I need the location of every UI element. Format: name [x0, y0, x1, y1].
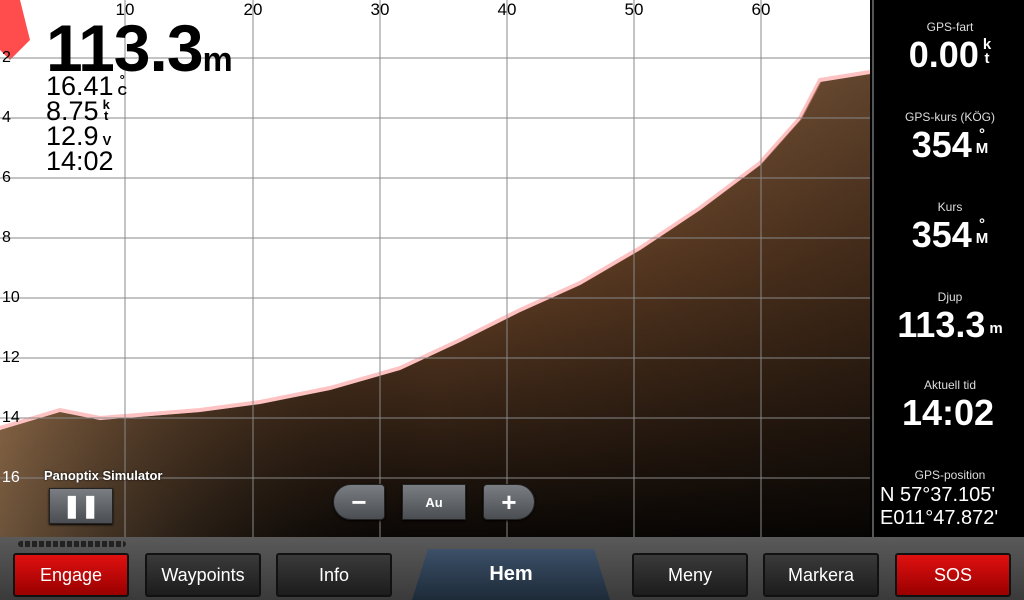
sonar-readout: 14:02 — [46, 146, 118, 176]
sonar-view[interactable]: 10 20 30 40 50 60 2 4 6 8 10 12 14 16 113.3m 16.41 ° C 8… — [0, 0, 870, 537]
zoom-in-button[interactable]: + — [483, 484, 535, 520]
readout-unit: ° C — [117, 72, 127, 98]
readout-value: 14:02 — [46, 146, 114, 176]
field-label: Djup — [937, 290, 963, 304]
longitude: E011°47.872' — [880, 507, 999, 529]
zoom-auto-button[interactable]: Au — [402, 484, 466, 520]
latitude: N 57°37.105' — [880, 484, 996, 506]
depth-scale-label: 12 — [2, 349, 20, 366]
depth-scale-label: 14 — [2, 409, 20, 426]
range-label: 20 — [243, 0, 263, 19]
home-button[interactable]: Hem — [412, 549, 610, 600]
data-panel: GPS-fart 0.00 k t GPS-kurs (KÖG) 354 ° M Kurs 354… — [872, 0, 1024, 537]
zoom-out-button[interactable]: − — [333, 484, 385, 520]
range-label: 40 — [497, 0, 517, 19]
mark-button[interactable]: Markera — [763, 553, 879, 597]
readout-unit: V — [102, 133, 112, 148]
field-value: 354 — [911, 214, 972, 255]
field-label: Aktuell tid — [923, 378, 977, 392]
field-label: GPS-kurs (KÖG) — [904, 110, 995, 124]
field-label: GPS-position — [914, 468, 986, 482]
range-label: 30 — [370, 0, 390, 19]
field-unit: m — [989, 320, 1003, 337]
field-unit: ° M — [975, 216, 989, 247]
depth-scale-label: 4 — [2, 109, 11, 126]
depth-scale-label: 6 — [2, 169, 11, 186]
data-field[interactable]: Aktuell tid 14:02 — [874, 378, 1024, 434]
data-field[interactable]: GPS-position N 57°37.105' E011°47.872' — [874, 468, 1024, 530]
depth-scale-label: 16 — [2, 469, 20, 486]
sos-button[interactable]: SOS — [895, 553, 1011, 597]
menu-button[interactable]: Meny — [632, 553, 748, 597]
softkey-bar: Engage Waypoints Info Hem Meny Markera S… — [0, 537, 1024, 600]
readout-unit: kt — [102, 97, 110, 123]
info-button[interactable]: Info — [276, 553, 392, 597]
engage-button[interactable]: Engage — [13, 553, 129, 597]
page-indicator — [18, 541, 126, 547]
field-unit: kt — [982, 36, 992, 67]
data-field[interactable]: GPS-fart 0.00 k t — [874, 20, 1024, 76]
field-value: 113.3 — [897, 304, 986, 345]
field-label: GPS-fart — [926, 20, 974, 34]
field-unit: ° M — [975, 126, 989, 157]
waypoints-button[interactable]: Waypoints — [145, 553, 261, 597]
data-field[interactable]: GPS-kurs (KÖG) 354 ° M — [874, 110, 1024, 166]
range-label: 60 — [751, 0, 771, 19]
depth-scale-label: 8 — [2, 229, 11, 246]
field-value: 0.00 — [908, 34, 979, 75]
pause-button[interactable]: ❚❚ — [49, 488, 113, 524]
data-field[interactable]: Kurs 354 ° M — [874, 200, 1024, 256]
data-field[interactable]: Djup 113.3 m — [874, 290, 1024, 346]
simulator-label: Panoptix Simulator — [44, 468, 163, 483]
pause-icon: ❚❚ — [62, 493, 100, 518]
range-label: 50 — [624, 0, 644, 19]
depth-scale-label: 2 — [2, 49, 11, 66]
field-value: 354 — [911, 124, 972, 165]
field-label: Kurs — [937, 200, 963, 214]
field-value: 14:02 — [901, 392, 995, 433]
depth-scale-label: 10 — [2, 289, 20, 306]
